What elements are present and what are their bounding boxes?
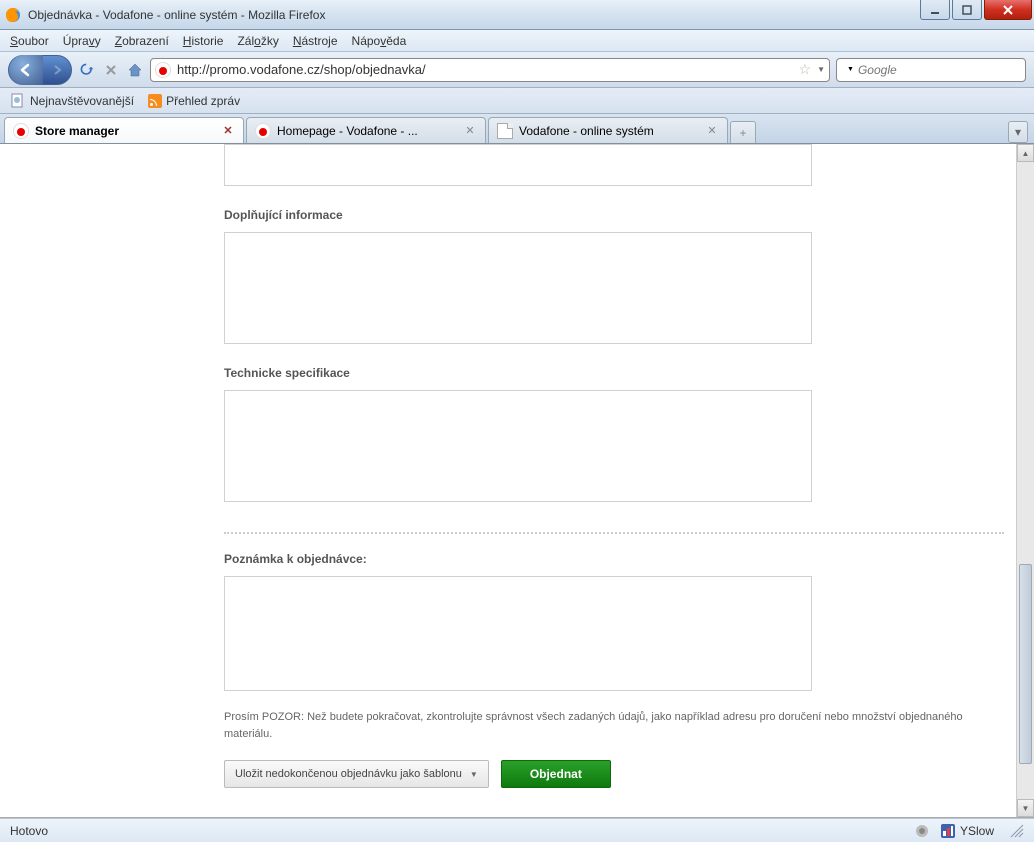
menu-nastroje[interactable]: Nástroje — [293, 34, 338, 48]
firefox-icon — [4, 6, 22, 24]
divider — [224, 532, 1004, 534]
menu-historie[interactable]: Historie — [183, 34, 224, 48]
page-icon — [497, 123, 513, 139]
vodafone-icon — [13, 123, 29, 139]
scroll-down-button[interactable]: ▼ — [1017, 799, 1034, 817]
site-identity-icon[interactable] — [155, 62, 171, 78]
bookmark-star-icon[interactable]: ☆ — [799, 61, 812, 78]
status-text: Hotovo — [10, 824, 914, 838]
tab-list-button[interactable]: ▾ — [1008, 121, 1028, 143]
menu-zalozky[interactable]: Záložky — [237, 34, 278, 48]
reload-button[interactable] — [78, 61, 96, 79]
label-note: Poznámka k objednávce: — [224, 552, 1004, 566]
bookmark-label: Přehled zpráv — [166, 94, 240, 108]
tab-close-icon[interactable]: ✕ — [463, 124, 477, 138]
navigation-toolbar: http://promo.vodafone.cz/shop/objednavka… — [0, 52, 1034, 88]
tab-store-manager[interactable]: Store manager ✕ — [4, 117, 244, 143]
save-template-button[interactable]: Uložit nedokončenou objednávku jako šabl… — [224, 760, 489, 788]
tab-label: Homepage - Vodafone - ... — [277, 124, 457, 138]
maximize-button[interactable] — [952, 0, 982, 20]
textarea-top[interactable] — [224, 144, 812, 186]
url-text[interactable]: http://promo.vodafone.cz/shop/objednavka… — [177, 62, 793, 77]
chevron-down-icon: ▼ — [470, 770, 478, 779]
yslow-indicator[interactable]: YSlow — [940, 823, 994, 839]
search-bar[interactable]: ▼ — [836, 58, 1026, 82]
new-tab-button[interactable]: + — [730, 121, 756, 143]
tab-label: Store manager — [35, 124, 215, 138]
content-area: Doplňující informace Technicke specifika… — [0, 144, 1034, 818]
scroll-thumb[interactable] — [1019, 564, 1032, 764]
stop-button[interactable] — [102, 61, 120, 79]
menu-zobrazeni[interactable]: Zobrazení — [115, 34, 169, 48]
status-bar: Hotovo YSlow — [0, 818, 1034, 842]
textarea-spec[interactable] — [224, 390, 812, 502]
url-bar[interactable]: http://promo.vodafone.cz/shop/objednavka… — [150, 58, 830, 82]
yslow-label: YSlow — [960, 824, 994, 838]
bookmarks-toolbar: Nejnavštěvovanější Přehled zpráv — [0, 88, 1034, 114]
menu-soubor[interactable]: Soubor — [10, 34, 49, 48]
label-info: Doplňující informace — [224, 208, 1004, 222]
warning-text: Prosím POZOR: Než budete pokračovat, zko… — [224, 709, 1004, 742]
menubar: Soubor Úpravy Zobrazení Historie Záložky… — [0, 30, 1034, 52]
label-spec: Technicke specifikace — [224, 366, 1004, 380]
tab-close-icon[interactable]: ✕ — [221, 124, 235, 138]
menu-upravy[interactable]: Úpravy — [63, 34, 101, 48]
menu-napoveda[interactable]: Nápověda — [352, 34, 407, 48]
rss-icon — [148, 94, 162, 108]
bookmark-label: Nejnavštěvovanější — [30, 94, 134, 108]
order-button[interactable]: Objednat — [501, 760, 611, 788]
vodafone-icon — [255, 123, 271, 139]
bookmark-news-feed[interactable]: Přehled zpráv — [148, 94, 240, 108]
search-input[interactable] — [858, 63, 1015, 77]
window-title: Objednávka - Vodafone - online systém - … — [28, 8, 1030, 22]
tab-vodafone-online[interactable]: Vodafone - online systém ✕ — [488, 117, 728, 143]
minimize-button[interactable] — [920, 0, 950, 20]
vertical-scrollbar[interactable]: ▲ ▼ — [1016, 144, 1034, 817]
status-plugin-icon[interactable] — [914, 823, 930, 839]
textarea-info[interactable] — [224, 232, 812, 344]
window-titlebar: Objednávka - Vodafone - online systém - … — [0, 0, 1034, 30]
page-icon — [10, 93, 26, 109]
forward-button[interactable] — [43, 59, 71, 81]
scroll-up-button[interactable]: ▲ — [1017, 144, 1034, 162]
back-button[interactable] — [9, 55, 43, 85]
url-dropdown-icon[interactable]: ▼ — [817, 65, 825, 74]
tab-bar: Store manager ✕ Homepage - Vodafone - ..… — [0, 114, 1034, 144]
home-button[interactable] — [126, 61, 144, 79]
close-button[interactable] — [984, 0, 1032, 20]
textarea-note[interactable] — [224, 576, 812, 691]
save-template-label: Uložit nedokončenou objednávku jako šabl… — [235, 768, 462, 780]
search-engine-dropdown-icon[interactable]: ▼ — [847, 66, 854, 73]
resize-grip[interactable] — [1010, 824, 1024, 838]
button-row: Uložit nedokončenou objednávku jako šabl… — [224, 760, 1004, 788]
tab-close-icon[interactable]: ✕ — [705, 124, 719, 138]
yslow-icon — [940, 823, 956, 839]
tab-homepage-vodafone[interactable]: Homepage - Vodafone - ... ✕ — [246, 117, 486, 143]
back-forward-group — [8, 55, 72, 85]
bookmark-most-visited[interactable]: Nejnavštěvovanější — [10, 93, 134, 109]
tab-label: Vodafone - online systém — [519, 124, 699, 138]
